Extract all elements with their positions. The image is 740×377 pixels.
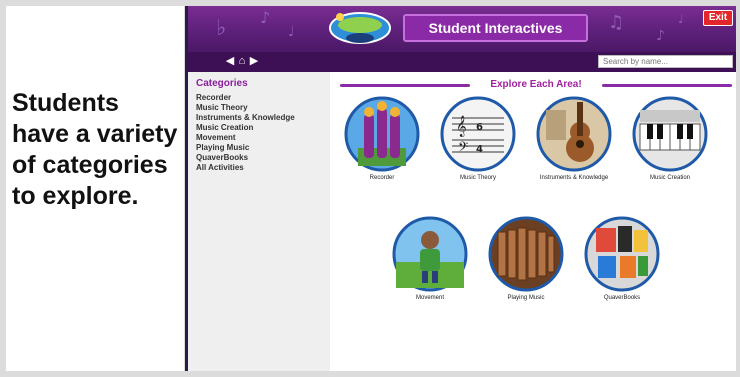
music-note-icon: ♫ [608,12,625,33]
svg-text:𝄢: 𝄢 [458,139,468,158]
sidebar-item-quaverbooks[interactable]: QuaverBooks [196,153,322,163]
sidebar-item-music-creation[interactable]: Music Creation [196,123,322,133]
home-icon[interactable]: ⌂ [236,55,248,68]
slide-caption: Students have a variety of categories to… [12,89,178,210]
explore-heading-bar: Explore Each Area! [340,78,732,92]
tile-label: Music Creation [649,175,690,181]
recorder-icon [344,96,420,172]
guitar-icon [536,96,612,172]
quaver-logo-icon [329,12,391,44]
tile-label: QuaverBooks [603,295,641,301]
svg-text:6: 6 [476,122,483,133]
music-theory-icon: 𝄞 6 4 𝄢 [440,96,516,172]
svg-text:𝄞: 𝄞 [456,116,467,137]
music-note-icon: ♩ [678,12,684,26]
movement-icon [392,216,468,292]
sidebar-item-all-activities[interactable]: All Activities [196,163,322,173]
search-input[interactable] [598,55,733,68]
xylophone-icon [488,216,564,292]
nav-bar: ◀ ⌂ ▶ [188,52,736,72]
tile-label: Playing Music [507,295,545,301]
quaverbooks-icon [584,216,660,292]
sidebar-title: Categories [196,78,248,89]
categories-sidebar: Categories Recorder Music Theory Instrum… [188,72,330,371]
exit-button[interactable]: Exit [703,10,733,26]
sidebar-item-music-theory[interactable]: Music Theory [196,103,322,113]
slide: Students have a variety of categories to… [0,0,740,377]
tile-quaverbooks[interactable]: QuaverBooks [582,216,662,316]
tile-label: Recorder [369,175,395,181]
main-content: Explore Each Area! Recorder 𝄞 6 4 𝄢 Musi… [330,72,736,371]
piano-keys-icon [632,96,708,172]
tile-label: Music Theory [460,175,496,181]
tile-label: Instruments & Knowledge [539,175,609,181]
app-window: ♭ ♪ ♩ ♫ ♪ ♩ Student Interactives Exit ◀ … [185,6,736,371]
tile-music-creation[interactable]: Music Creation [630,96,710,196]
sidebar-item-instruments-knowledge[interactable]: Instruments & Knowledge [196,113,322,123]
app-header: ♭ ♪ ♩ ♫ ♪ ♩ Student Interactives Exit [188,6,736,52]
sidebar-item-playing-music[interactable]: Playing Music [196,143,322,153]
music-note-icon: ♩ [288,24,295,40]
sidebar-item-recorder[interactable]: Recorder [196,93,322,103]
tile-movement[interactable]: Movement [390,216,470,316]
explore-heading: Explore Each Area! [486,79,586,90]
music-note-icon: ♪ [656,28,665,44]
sidebar-item-movement[interactable]: Movement [196,133,322,143]
music-note-icon: ♭ [216,16,227,41]
forward-arrow-icon[interactable]: ▶ [248,55,260,68]
tile-playing-music[interactable]: Playing Music [486,216,566,316]
page-title: Student Interactives [403,14,588,42]
tile-instruments-knowledge[interactable]: Instruments & Knowledge [534,96,614,196]
tile-label: Movement [415,295,444,301]
tile-recorder[interactable]: Recorder [342,96,422,196]
music-note-icon: ♪ [260,8,271,27]
svg-text:4: 4 [476,144,483,155]
tile-music-theory[interactable]: 𝄞 6 4 𝄢 Music Theory [438,96,518,196]
back-arrow-icon[interactable]: ◀ [224,55,236,68]
